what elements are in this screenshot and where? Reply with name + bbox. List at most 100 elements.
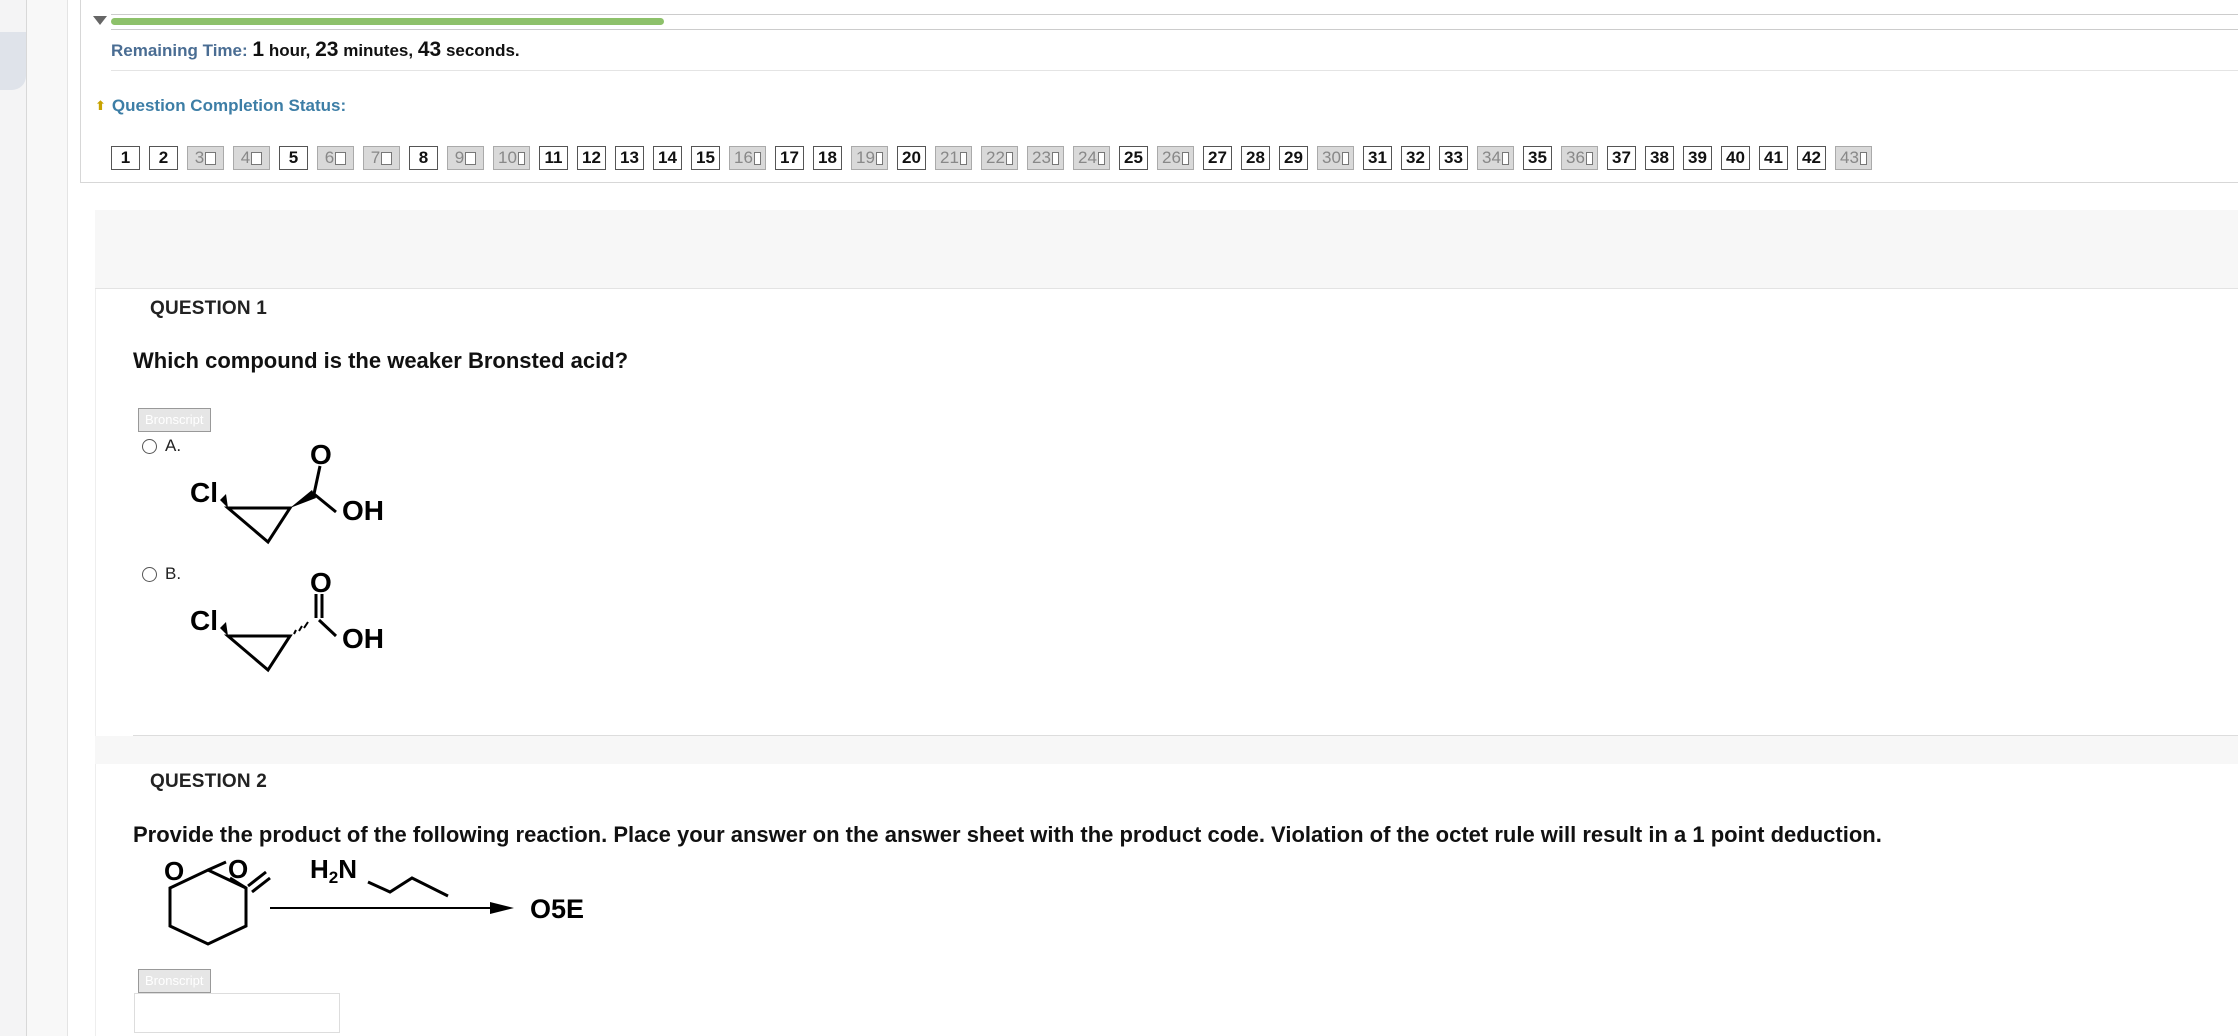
question2-band: [95, 736, 2238, 764]
question-nav-number: 37: [1612, 148, 1631, 167]
question-nav-42[interactable]: 42: [1797, 146, 1826, 170]
saved-document-icon: [465, 151, 477, 165]
question-navigator: 1 2 3 4 5 6 7 8 9 10 11 12 13 14 15 16 17 18 19 20 21 22 23 24 2…: [111, 146, 2238, 170]
question-nav-41[interactable]: 41: [1759, 146, 1788, 170]
question-nav-33[interactable]: 33: [1439, 146, 1468, 170]
saved-document-icon: [205, 151, 217, 165]
ring-c-o-bond: [207, 860, 227, 872]
question-nav-4[interactable]: 4: [233, 146, 270, 170]
timer-minutes: 23: [315, 38, 339, 61]
question-nav-14[interactable]: 14: [653, 146, 682, 170]
question-nav-number: 42: [1802, 148, 1821, 167]
question-nav-18[interactable]: 18: [813, 146, 842, 170]
carbonyl-oxygen: O: [228, 854, 248, 884]
timer-hours: 1: [252, 38, 265, 61]
question-nav-23[interactable]: 23: [1027, 146, 1064, 170]
question-nav-19[interactable]: 19: [851, 146, 888, 170]
option-a[interactable]: A.: [142, 436, 181, 456]
option-a-radio[interactable]: [142, 438, 157, 454]
question2-answer-input[interactable]: [134, 993, 340, 1033]
coh-bond-a: [313, 492, 337, 514]
question-nav-37[interactable]: 37: [1607, 146, 1636, 170]
question-nav-13[interactable]: 13: [615, 146, 644, 170]
question2-script-tag: Bronscript: [138, 969, 211, 993]
question-nav-35[interactable]: 35: [1523, 146, 1552, 170]
question-nav-30[interactable]: 30: [1317, 146, 1354, 170]
question-nav-32[interactable]: 32: [1401, 146, 1430, 170]
saved-document-icon: [753, 151, 761, 165]
question-nav-11[interactable]: 11: [539, 146, 568, 170]
question-nav-25[interactable]: 25: [1119, 146, 1148, 170]
question-nav-10[interactable]: 10: [493, 146, 530, 170]
question-nav-22[interactable]: 22: [981, 146, 1018, 170]
question-nav-29[interactable]: 29: [1279, 146, 1308, 170]
question-nav-36[interactable]: 36: [1561, 146, 1598, 170]
question-nav-15[interactable]: 15: [691, 146, 720, 170]
question-nav-27[interactable]: 27: [1203, 146, 1232, 170]
question-nav-number: 31: [1368, 148, 1387, 167]
remaining-time: Remaining Time: 1 hour, 23 minutes, 43 s…: [111, 38, 520, 62]
timer-seconds: 43: [417, 38, 442, 61]
hash-1-b: [293, 629, 297, 635]
question-nav-9[interactable]: 9: [447, 146, 484, 170]
question-nav-number: 14: [658, 148, 677, 167]
rail-active-tab[interactable]: [0, 32, 26, 90]
question-nav-38[interactable]: 38: [1645, 146, 1674, 170]
cyclopropane-ring-b: [223, 634, 293, 673]
question1-script-tag: Bronscript: [138, 408, 211, 432]
question-nav-12[interactable]: 12: [577, 146, 606, 170]
reagent-h: H: [310, 854, 329, 884]
question-nav-number: 16: [734, 148, 753, 167]
left-rail: [0, 0, 27, 1036]
ring-oxygen: O: [164, 856, 184, 886]
question-nav-number: 6: [324, 148, 335, 167]
wedge-cooh-a: [290, 490, 316, 508]
saved-document-icon: [1097, 151, 1105, 165]
time-progress-fill: [111, 18, 665, 25]
question-nav-17[interactable]: 17: [775, 146, 804, 170]
question-nav-6[interactable]: 6: [317, 146, 354, 170]
question-nav-number: 1: [120, 148, 131, 167]
reagent-subscript: 2: [329, 868, 338, 887]
question-nav-43[interactable]: 43: [1835, 146, 1872, 170]
question1-heading: QUESTION 1: [150, 298, 268, 319]
question-nav-number: 12: [582, 148, 601, 167]
saved-document-icon: [335, 151, 347, 165]
atom-oh-b: OH: [342, 623, 384, 654]
question-nav-40[interactable]: 40: [1721, 146, 1750, 170]
product-code: O5E: [530, 894, 584, 924]
question-nav-number: 24: [1078, 148, 1097, 167]
question-nav-7[interactable]: 7: [363, 146, 400, 170]
question-nav-number: 20: [902, 148, 921, 167]
question-nav-number: 23: [1032, 148, 1051, 167]
question-nav-8[interactable]: 8: [409, 146, 438, 170]
atom-o-a: O: [310, 439, 332, 470]
question-nav-number: 28: [1246, 148, 1265, 167]
question-nav-34[interactable]: 34: [1477, 146, 1514, 170]
saved-document-icon: [1051, 151, 1059, 165]
question-nav-3[interactable]: 3: [187, 146, 224, 170]
question-nav-number: 35: [1528, 148, 1547, 167]
question-nav-5[interactable]: 5: [279, 146, 308, 170]
co-bond-a: [312, 465, 322, 495]
completion-status-toggle[interactable]: ⬆ Question Completion Status:: [95, 96, 346, 116]
question-nav-26[interactable]: 26: [1157, 146, 1194, 170]
question-nav-2[interactable]: 2: [149, 146, 178, 170]
question-nav-number: 32: [1406, 148, 1425, 167]
question-nav-20[interactable]: 20: [897, 146, 926, 170]
option-b[interactable]: B.: [142, 564, 181, 584]
question-nav-16[interactable]: 16: [729, 146, 766, 170]
question-nav-24[interactable]: 24: [1073, 146, 1110, 170]
question-nav-1[interactable]: 1: [111, 146, 140, 170]
wedge-cl-b: [220, 622, 228, 636]
collapse-arrow-icon[interactable]: [93, 16, 107, 25]
question2-text: Provide the product of the following rea…: [133, 822, 1882, 847]
question-nav-39[interactable]: 39: [1683, 146, 1712, 170]
atom-o-b: O: [310, 567, 332, 598]
saved-document-icon: [875, 151, 883, 165]
question-nav-21[interactable]: 21: [935, 146, 972, 170]
question-nav-31[interactable]: 31: [1363, 146, 1392, 170]
option-b-radio[interactable]: [142, 566, 157, 582]
question-nav-28[interactable]: 28: [1241, 146, 1270, 170]
saved-document-icon: [517, 151, 525, 165]
